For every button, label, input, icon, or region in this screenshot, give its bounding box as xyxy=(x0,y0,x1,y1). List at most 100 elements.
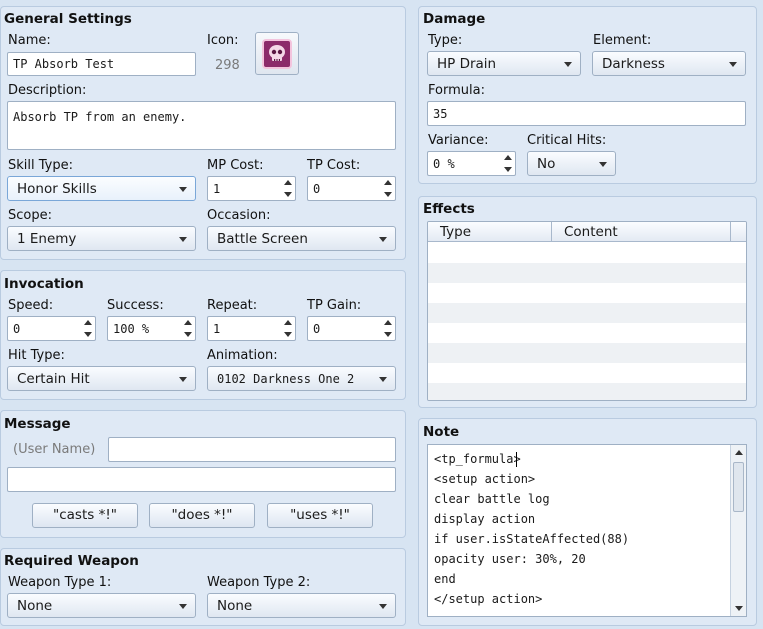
scroll-down-icon[interactable] xyxy=(735,606,743,611)
table-row[interactable] xyxy=(428,263,746,283)
note-scrollbar[interactable] xyxy=(730,445,746,616)
spin-arrows-icon[interactable] xyxy=(283,178,293,199)
tp-cost-stepper[interactable]: 0 xyxy=(307,176,396,201)
tp-gain-label: TP Gain: xyxy=(307,298,362,313)
casts-button[interactable]: "casts *!" xyxy=(32,503,138,528)
effects-table-header: Type Content xyxy=(428,222,746,242)
weapon-type2-select[interactable]: None xyxy=(207,593,396,618)
speed-label: Speed: xyxy=(8,298,54,313)
hit-type-value: Certain Hit xyxy=(17,370,90,387)
critical-hits-label: Critical Hits: xyxy=(527,133,607,148)
scroll-thumb[interactable] xyxy=(733,462,744,512)
icon-label: Icon: xyxy=(207,33,239,48)
variance-label: Variance: xyxy=(428,133,489,148)
critical-hits-select[interactable]: No xyxy=(527,151,616,176)
column-header-type[interactable]: Type xyxy=(440,224,471,240)
note-line: opacity user: 30%, 20 xyxy=(434,552,586,566)
does-button[interactable]: "does *!" xyxy=(149,503,255,528)
damage-type-label: Type: xyxy=(428,33,463,48)
occasion-select[interactable]: Battle Screen xyxy=(207,226,396,251)
formula-value: 35 xyxy=(433,106,448,121)
scroll-up-icon[interactable] xyxy=(735,450,743,455)
damage-type-value: HP Drain xyxy=(437,55,497,72)
spin-arrows-icon[interactable] xyxy=(183,318,193,339)
icon-index: 298 xyxy=(215,58,240,73)
element-select[interactable]: Darkness xyxy=(592,51,746,76)
hit-type-select[interactable]: Certain Hit xyxy=(7,366,196,391)
note-title: Note xyxy=(423,424,460,440)
weapon-type1-label: Weapon Type 1: xyxy=(8,575,112,590)
note-line: display action xyxy=(434,512,536,526)
speed-value: 0 xyxy=(13,321,21,336)
tp-cost-value: 0 xyxy=(313,181,321,196)
element-label: Element: xyxy=(593,33,652,48)
animation-label: Animation: xyxy=(207,348,278,363)
chevron-down-icon xyxy=(729,61,737,67)
spin-arrows-icon[interactable] xyxy=(503,153,513,174)
effects-title: Effects xyxy=(423,201,475,217)
message-line2-input[interactable] xyxy=(7,467,396,492)
chevron-down-icon xyxy=(179,186,187,192)
chevron-down-icon xyxy=(379,236,387,242)
occasion-value: Battle Screen xyxy=(217,230,308,247)
skull-icon xyxy=(262,39,292,69)
chevron-down-icon xyxy=(179,603,187,609)
uses-button[interactable]: "uses *!" xyxy=(267,503,373,528)
skill-type-label: Skill Type: xyxy=(8,158,73,173)
critical-hits-value: No xyxy=(537,155,556,172)
scope-value: 1 Enemy xyxy=(17,230,77,247)
description-input[interactable]: Absorb TP from an enemy. xyxy=(7,101,396,150)
repeat-label: Repeat: xyxy=(207,298,258,313)
weapon-type2-label: Weapon Type 2: xyxy=(207,575,311,590)
animation-select[interactable]: 0102 Darkness One 2 xyxy=(207,366,396,391)
variance-stepper[interactable]: 0 % xyxy=(427,151,516,176)
chevron-down-icon xyxy=(564,61,572,67)
speed-stepper[interactable]: 0 xyxy=(7,316,96,341)
table-row[interactable] xyxy=(428,363,746,383)
formula-input[interactable]: 35 xyxy=(427,101,746,126)
chevron-down-icon xyxy=(379,376,387,382)
tp-cost-label: TP Cost: xyxy=(307,158,361,173)
spin-arrows-icon[interactable] xyxy=(383,318,393,339)
message-line1-input[interactable] xyxy=(108,437,396,462)
table-row[interactable] xyxy=(428,383,746,400)
scope-select[interactable]: 1 Enemy xyxy=(7,226,196,251)
note-textarea[interactable]: <tp_formula> <setup action> clear battle… xyxy=(427,444,747,617)
damage-type-select[interactable]: HP Drain xyxy=(427,51,581,76)
note-line: clear battle log xyxy=(434,492,550,506)
spin-arrows-icon[interactable] xyxy=(283,318,293,339)
tp-gain-stepper[interactable]: 0 xyxy=(307,316,396,341)
spin-arrows-icon[interactable] xyxy=(383,178,393,199)
table-row[interactable] xyxy=(428,323,746,343)
user-name-placeholder: (User Name) xyxy=(13,442,96,457)
formula-label: Formula: xyxy=(428,83,485,98)
scope-label: Scope: xyxy=(8,208,52,223)
table-row[interactable] xyxy=(428,283,746,303)
note-line: <tp_formula> xyxy=(434,452,521,466)
description-value: Absorb TP from an enemy. xyxy=(13,110,187,124)
effects-list[interactable]: Type Content xyxy=(427,221,747,401)
message-title: Message xyxy=(4,416,71,432)
repeat-stepper[interactable]: 1 xyxy=(207,316,296,341)
icon-picker[interactable] xyxy=(255,32,299,75)
table-row[interactable] xyxy=(428,343,746,363)
chevron-down-icon xyxy=(179,236,187,242)
mp-cost-label: MP Cost: xyxy=(207,158,264,173)
table-row[interactable] xyxy=(428,243,746,263)
spin-arrows-icon[interactable] xyxy=(83,318,93,339)
weapon-type1-select[interactable]: None xyxy=(7,593,196,618)
name-label: Name: xyxy=(8,33,51,48)
text-cursor xyxy=(516,452,517,467)
success-label: Success: xyxy=(107,298,164,313)
skill-type-value: Honor Skills xyxy=(17,180,97,197)
tp-gain-value: 0 xyxy=(313,321,321,336)
success-stepper[interactable]: 100 % xyxy=(107,316,196,341)
chevron-down-icon xyxy=(179,376,187,382)
note-line: end xyxy=(434,572,456,586)
mp-cost-stepper[interactable]: 1 xyxy=(207,176,296,201)
note-line: if user.isStateAffected(88) xyxy=(434,532,630,546)
name-input[interactable]: TP Absorb Test xyxy=(7,52,196,76)
column-header-content[interactable]: Content xyxy=(564,224,618,240)
skill-type-select[interactable]: Honor Skills xyxy=(7,176,196,201)
table-row[interactable] xyxy=(428,303,746,323)
